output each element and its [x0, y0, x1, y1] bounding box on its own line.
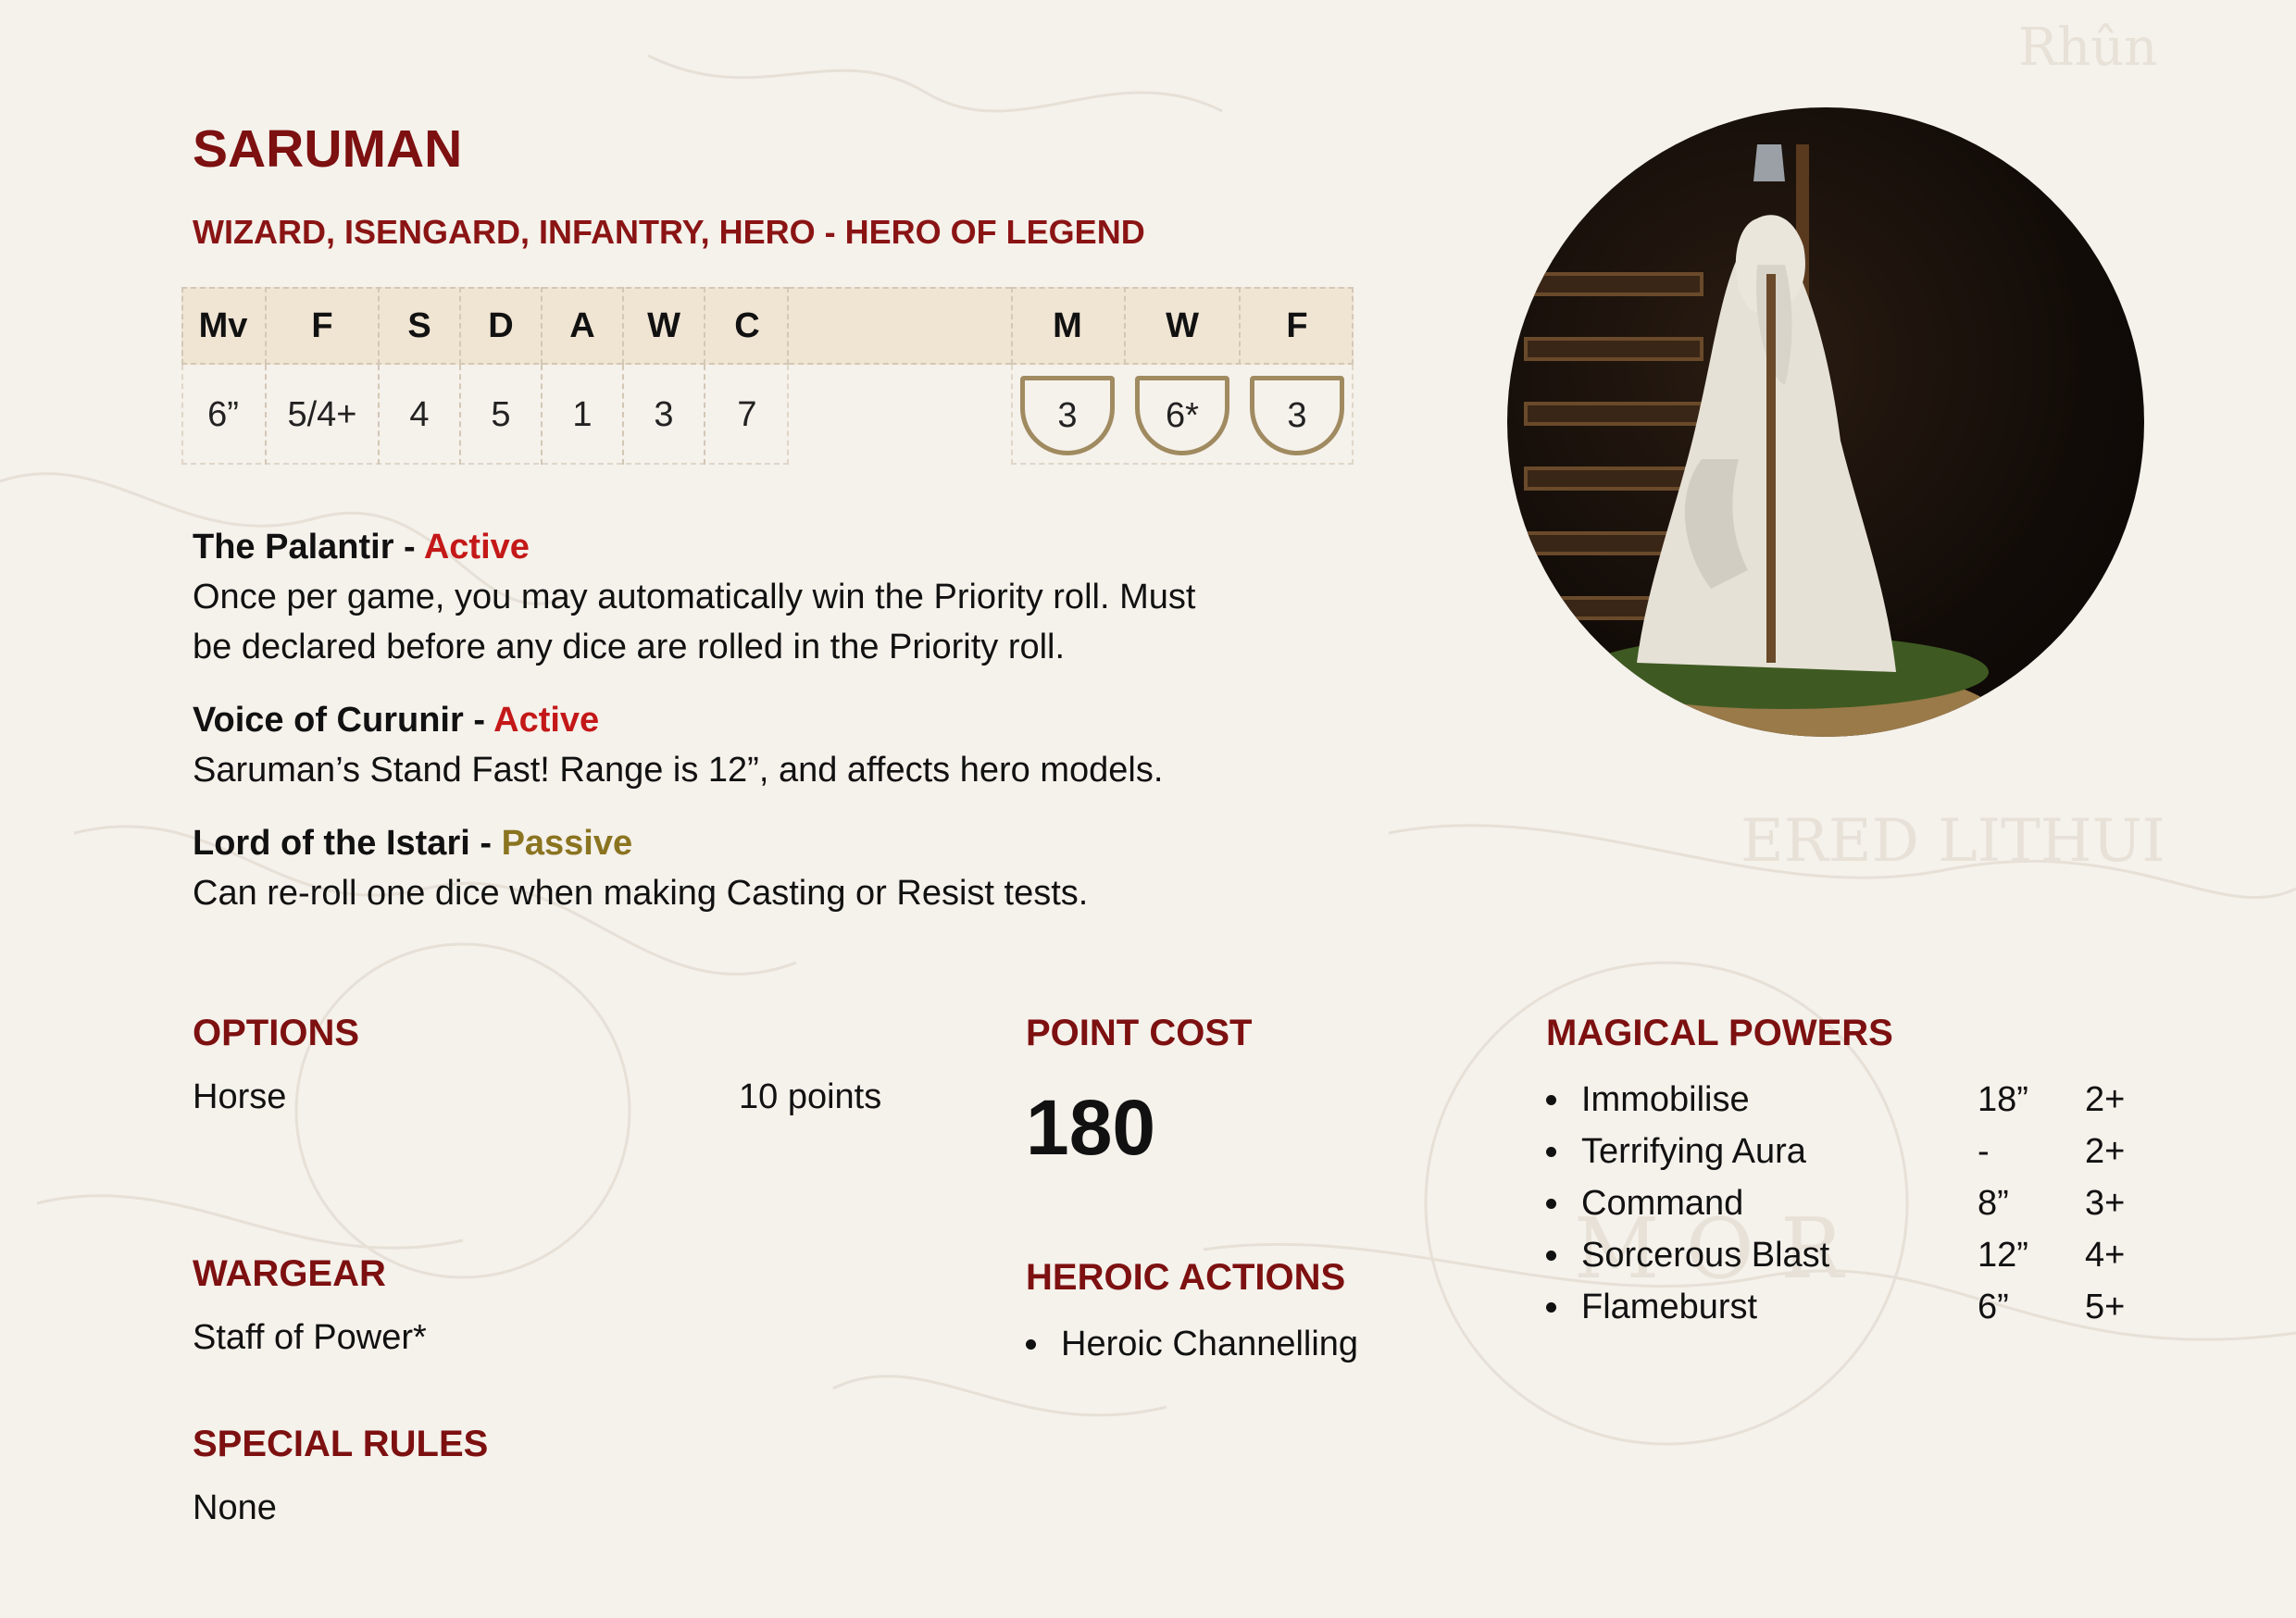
point-cost-value: 180 — [1026, 1084, 1156, 1171]
rule-name: The Palantir - — [193, 528, 424, 566]
special-rules-heading: SPECIAL RULES — [193, 1424, 489, 1464]
power-casting-value: 3+ — [2085, 1184, 2126, 1223]
power-name: Command — [1581, 1184, 1744, 1223]
option-cost: 10 points — [739, 1077, 882, 1116]
rule-palantir: The Palantir - Active Once per game, you… — [193, 522, 1195, 672]
magical-powers-heading: MAGICAL POWERS — [1546, 1013, 1893, 1053]
power-casting-value: 5+ — [2085, 1288, 2126, 1326]
hero-stat-header-fate: F — [1239, 287, 1354, 365]
power-casting-value: 2+ — [2085, 1080, 2126, 1119]
rule-text: Can re-roll one dice when making Casting… — [193, 874, 1089, 913]
list-item: Flameburst 6” 5+ — [1542, 1281, 2153, 1333]
rule-type-active: Active — [493, 701, 600, 740]
bullet-icon — [1546, 1302, 1556, 1313]
unit-keywords: WIZARD, ISENGARD, INFANTRY, HERO - HERO … — [193, 213, 1145, 251]
list-item: Command 8” 3+ — [1542, 1177, 2153, 1229]
unit-name: SARUMAN — [193, 119, 463, 179]
stat-value-c: 7 — [704, 365, 789, 465]
point-cost-heading: POINT COST — [1026, 1013, 1253, 1053]
rule-text: Saruman’s Stand Fast! Range is 12”, and … — [193, 751, 1164, 790]
rule-name: Voice of Curunir - — [193, 701, 494, 740]
bullet-icon — [1026, 1339, 1036, 1350]
bullet-icon — [1546, 1147, 1556, 1157]
power-range: 6” — [1978, 1288, 2009, 1326]
stat-header-f: F — [265, 287, 378, 365]
stat-header-w: W — [622, 287, 704, 365]
stat-value-f: 5/4+ — [265, 365, 378, 465]
hero-card: SARUMAN WIZARD, ISENGARD, INFANTRY, HERO… — [0, 0, 2296, 1618]
stat-header-mv: Mv — [198, 306, 248, 345]
bullet-icon — [1546, 1095, 1556, 1105]
list-item: Terrifying Aura - 2+ — [1542, 1126, 2153, 1177]
heroic-actions-list: Heroic Channelling — [1022, 1318, 1358, 1370]
bullet-icon — [1546, 1199, 1556, 1209]
stat-value-mv: 6” — [207, 395, 239, 434]
list-item: Immobilise 18” 2+ — [1542, 1074, 2153, 1126]
power-range: 8” — [1978, 1184, 2009, 1223]
stat-header-d: D — [459, 287, 541, 365]
power-name: Flameburst — [1581, 1288, 1758, 1326]
rule-name: Lord of the Istari - — [193, 824, 502, 863]
bullet-icon — [1546, 1251, 1556, 1261]
heroic-actions-heading: HEROIC ACTIONS — [1026, 1257, 1346, 1298]
rule-voice-of-curunir: Voice of Curunir - Active Saruman’s Stan… — [193, 695, 1163, 795]
power-casting-value: 4+ — [2085, 1236, 2126, 1275]
wargear-heading: WARGEAR — [193, 1253, 386, 1294]
stat-header-c: C — [704, 287, 789, 365]
option-name: Horse — [193, 1077, 287, 1116]
list-item: Sorcerous Blast 12” 4+ — [1542, 1229, 2153, 1281]
wargear-text: Staff of Power* — [193, 1318, 427, 1357]
power-range: 18” — [1978, 1080, 2028, 1119]
list-item: Heroic Channelling — [1022, 1318, 1358, 1370]
rule-text: Once per game, you may automatically win… — [193, 578, 1196, 616]
rule-lord-of-the-istari: Lord of the Istari - Passive Can re-roll… — [193, 818, 1088, 918]
power-name: Sorcerous Blast — [1581, 1236, 1830, 1275]
options-heading: OPTIONS — [193, 1013, 360, 1053]
stat-header-s: S — [378, 287, 459, 365]
stat-header-a: A — [541, 287, 622, 365]
special-rules-text: None — [193, 1488, 277, 1527]
saruman-portrait — [1507, 107, 2144, 737]
stat-value-s: 4 — [378, 365, 459, 465]
stat-value-w: 3 — [622, 365, 704, 465]
rule-type-active: Active — [423, 528, 530, 566]
stat-value-a: 1 — [541, 365, 622, 465]
power-name: Terrifying Aura — [1581, 1132, 1806, 1171]
power-range: - — [1978, 1132, 1990, 1171]
rule-text: be declared before any dice are rolled i… — [193, 628, 1066, 666]
hero-stat-header-will: W — [1124, 287, 1239, 365]
stat-value-d: 5 — [459, 365, 541, 465]
rule-type-passive: Passive — [501, 824, 633, 863]
hero-stat-header-might: M — [1053, 306, 1082, 345]
power-casting-value: 2+ — [2085, 1132, 2126, 1171]
magical-powers-list: Immobilise 18” 2+ Terrifying Aura - 2+ Comma… — [1542, 1074, 2153, 1333]
power-name: Immobilise — [1581, 1080, 1750, 1119]
power-range: 12” — [1978, 1236, 2028, 1275]
